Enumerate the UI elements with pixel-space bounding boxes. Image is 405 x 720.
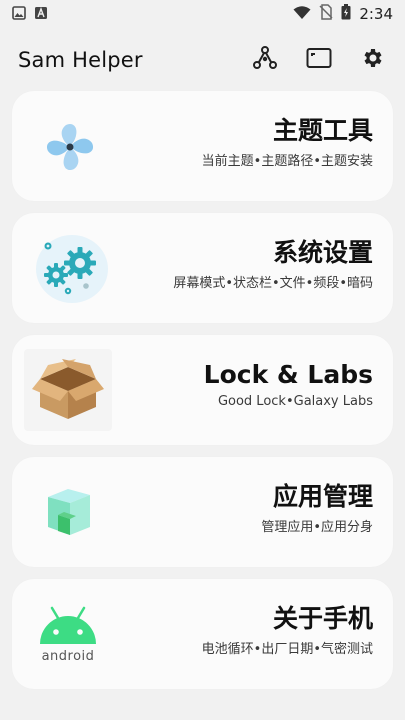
gear-icon <box>361 46 385 74</box>
card-title: 关于手机 <box>272 604 373 633</box>
android-icon: android <box>28 593 108 675</box>
no-sim-icon <box>319 4 333 24</box>
cube-icon <box>32 475 108 551</box>
card-title: 应用管理 <box>272 482 373 511</box>
image-icon <box>12 5 26 24</box>
card-subtitle: 管理应用•应用分身 <box>261 520 373 535</box>
app-a-icon <box>34 5 48 24</box>
card-system-settings[interactable]: 系统设置 屏幕模式•状态栏•文件•频段•暗码 <box>12 213 393 323</box>
card-text: 关于手机 电池循环•出厂日期•气密测试 <box>202 603 373 657</box>
card-text: Lock & Labs Good Lock•Galaxy Labs <box>204 359 373 409</box>
card-text: 应用管理 管理应用•应用分身 <box>261 481 373 535</box>
card-text: 主题工具 当前主题•主题路径•主题安装 <box>202 115 373 169</box>
card-text: 系统设置 屏幕模式•状态栏•文件•频段•暗码 <box>173 237 373 291</box>
android-logo-text: android <box>41 649 95 664</box>
gears-icon <box>30 229 110 309</box>
status-time: 2:34 <box>359 5 393 23</box>
feature-list: 主题工具 当前主题•主题路径•主题安装 系统设置 屏幕模式•状态栏•文件•频段•… <box>12 91 393 701</box>
wifi-icon <box>293 5 311 24</box>
battery-charging-icon <box>341 4 351 24</box>
screen-icon <box>306 47 332 73</box>
share-nodes-button[interactable] <box>251 46 279 74</box>
card-subtitle: 屏幕模式•状态栏•文件•频段•暗码 <box>173 276 373 291</box>
card-about-phone[interactable]: android 关于手机 电池循环•出厂日期•气密测试 <box>12 579 393 689</box>
status-right: 2:34 <box>293 4 393 24</box>
app-title: Sam Helper <box>18 48 143 72</box>
screen-button[interactable] <box>305 46 333 74</box>
card-title: 主题工具 <box>272 116 373 145</box>
card-lock-labs[interactable]: Lock & Labs Good Lock•Galaxy Labs <box>12 335 393 445</box>
app-bar: Sam Helper <box>0 36 405 84</box>
box-icon <box>24 349 112 431</box>
settings-button[interactable] <box>359 46 387 74</box>
status-left <box>12 5 48 24</box>
card-subtitle: 当前主题•主题路径•主题安装 <box>201 154 373 169</box>
card-subtitle: 电池循环•出厂日期•气密测试 <box>201 642 373 657</box>
card-theme-tools[interactable]: 主题工具 当前主题•主题路径•主题安装 <box>12 91 393 201</box>
status-bar: 2:34 <box>0 0 405 28</box>
pinwheel-icon <box>32 109 108 185</box>
card-title: 系统设置 <box>272 238 373 267</box>
app-actions <box>251 46 387 74</box>
card-title: Lock & Labs <box>203 360 373 389</box>
card-subtitle: Good Lock•Galaxy Labs <box>217 394 373 409</box>
share-nodes-icon <box>252 45 278 75</box>
card-app-management[interactable]: 应用管理 管理应用•应用分身 <box>12 457 393 567</box>
